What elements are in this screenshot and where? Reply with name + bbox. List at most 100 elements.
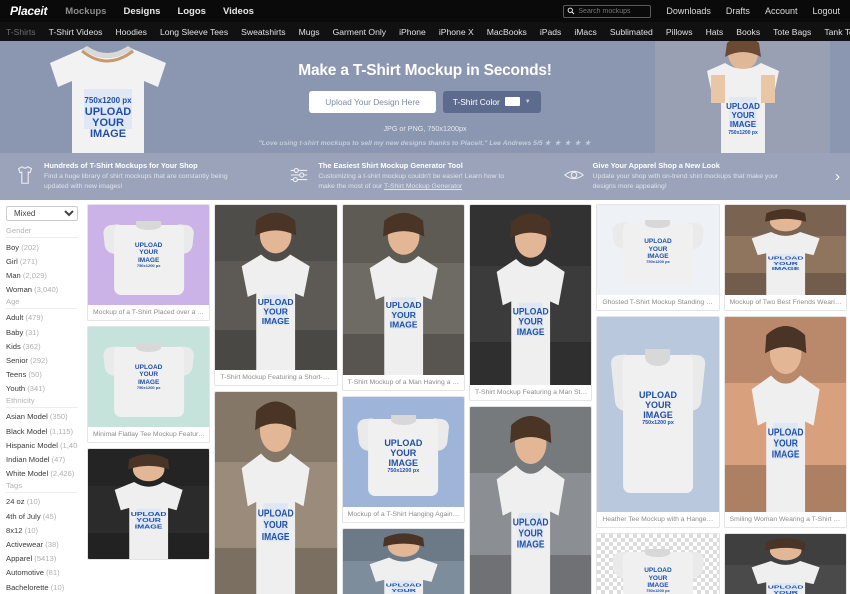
category-tab-long-sleeve-tees[interactable]: Long Sleeve Tees — [160, 27, 228, 37]
promo-card-mockups[interactable]: Hundreds of T-Shirt Mockups for Your Sho… — [8, 161, 282, 192]
mockup-thumbnail[interactable]: UPLOADYOURIMAGE — [724, 205, 846, 295]
filter-item[interactable]: Girl (271) — [6, 254, 78, 268]
nav-link-account[interactable]: Account — [765, 6, 798, 16]
filter-item[interactable]: White Model (2,426) — [6, 467, 78, 481]
category-tab-garment-only[interactable]: Garment Only — [333, 27, 387, 37]
filter-item[interactable]: 24 oz (10) — [6, 495, 78, 509]
filter-item[interactable]: Activewear (38) — [6, 537, 78, 551]
mockup-card[interactable]: UPLOADYOURIMAGE — [214, 391, 338, 594]
mockup-thumbnail[interactable]: UPLOADYOURIMAGE — [724, 317, 846, 512]
mockup-thumbnail[interactable]: UPLOADYOURIMAGE — [469, 205, 592, 385]
category-tab-pillows[interactable]: Pillows — [666, 27, 693, 37]
filter-item[interactable]: Asian Model (350) — [6, 410, 78, 424]
filter-item[interactable]: Indian Model (47) — [6, 452, 78, 466]
mockup-card[interactable]: UPLOAD YOUR IMAGE 750x1200 px Mockup of a T-… — [341, 396, 465, 523]
category-tab-iphone[interactable]: iPhone — [399, 27, 426, 37]
mockup-thumbnail[interactable]: UPLOAD YOUR IMAGE 750x1200 px — [88, 205, 210, 305]
mockup-card[interactable]: UPLOAD YOUR IMAGE 750x1200 px — [596, 533, 720, 594]
category-tab-ipads[interactable]: iPads — [540, 27, 562, 37]
nav-link-mockups[interactable]: Mockups — [65, 6, 106, 17]
mockup-thumbnail[interactable]: UPLOADYOURIMAGE — [342, 205, 464, 375]
nav-link-logos[interactable]: Logos — [177, 6, 206, 17]
mockup-card[interactable]: UPLOAD YOUR IMAGE 750x1200 px Ghosted T-Shir… — [596, 204, 720, 311]
category-tab-imacs[interactable]: iMacs — [574, 27, 596, 37]
search-input[interactable] — [575, 7, 648, 15]
mockup-thumbnail[interactable]: UPLOAD YOUR IMAGE 750x1200 px — [342, 397, 464, 507]
tshirt-mockup-graphic: UPLOAD YOUR IMAGE 750x1200 px — [611, 214, 705, 286]
tshirt-color-button[interactable]: T-Shirt Color ▼ — [442, 90, 541, 113]
nav-link-drafts[interactable]: Drafts — [726, 6, 750, 16]
filter-item[interactable]: Black Model (1,115) — [6, 424, 78, 438]
filter-item[interactable]: 4th of July (45) — [6, 509, 78, 523]
mockup-card[interactable]: UPLOADYOURIMAGE — [87, 448, 211, 560]
promo-card-apparel[interactable]: Give Your Apparel Shop a New Look Update… — [557, 161, 831, 192]
mockup-thumbnail[interactable]: UPLOADYOURIMAGE — [342, 529, 464, 594]
mockup-thumbnail[interactable]: UPLOAD YOUR IMAGE 750x1200 px — [88, 327, 210, 427]
brand-logo[interactable]: Placeit — [10, 4, 47, 18]
mockup-card[interactable]: UPLOAD YOUR IMAGE 750x1200 px Mockup of a T-… — [87, 204, 211, 321]
filter-item-count: (10) — [24, 525, 39, 535]
mockup-card[interactable]: UPLOADYOURIMAGE — [341, 528, 465, 594]
category-tab-macbooks[interactable]: MacBooks — [487, 27, 527, 37]
tshirt-mockup-graphic: UPLOAD YOUR IMAGE 750x1200 px — [356, 408, 450, 496]
mockup-thumbnail[interactable]: UPLOADYOURIMAGE — [215, 205, 337, 370]
mockup-thumbnail[interactable]: UPLOAD YOUR IMAGE 750x1200 px — [597, 534, 719, 594]
color-swatch[interactable] — [504, 97, 520, 106]
filter-item[interactable]: Teens (50) — [6, 368, 78, 382]
nav-link-designs[interactable]: Designs — [123, 6, 160, 17]
filter-item-label: Girl — [6, 256, 20, 266]
mockup-card[interactable]: UPLOADYOURIMAGE — [468, 406, 593, 594]
filter-item[interactable]: Apparel (5413) — [6, 552, 78, 566]
mockup-card[interactable]: UPLOAD YOUR IMAGE Mockup of Two Best Friend… — [723, 204, 847, 311]
category-tab-iphone-x[interactable]: iPhone X — [439, 27, 474, 37]
mockup-card[interactable]: UPLOAD YOUR IMAGE 750x1200 px Heather Tee Mo… — [596, 316, 720, 528]
filter-item[interactable]: Bachelorette (10) — [6, 580, 78, 594]
category-tab-t-shirt-videos[interactable]: T-Shirt Videos — [49, 27, 103, 37]
mockup-thumbnail[interactable]: UPLOADYOURIMAGE — [469, 407, 592, 594]
filter-item[interactable]: Hispanic Model (1,405) — [6, 438, 78, 452]
mockup-thumbnail[interactable]: UPLOADYOURIMAGE — [88, 449, 210, 559]
filter-item[interactable]: Boy (202) — [6, 240, 78, 254]
promo-inline-link[interactable]: T-Shirt Mockup Generator — [384, 183, 462, 190]
tshirt-mockup-graphic: UPLOAD YOUR IMAGE 750x1200 px — [610, 337, 706, 493]
mockup-thumbnail[interactable]: UPLOAD YOUR IMAGE 750x1200 px — [597, 205, 719, 295]
mockup-card[interactable]: UPLOADYOURIMAGE — [723, 533, 847, 594]
category-tab-sweatshirts[interactable]: Sweatshirts — [241, 27, 285, 37]
filter-item[interactable]: Senior (292) — [6, 353, 78, 367]
category-tab-sublimated[interactable]: Sublimated — [610, 27, 653, 37]
mockup-thumbnail[interactable]: UPLOAD YOUR IMAGE 750x1200 px — [597, 317, 719, 512]
mockup-thumbnail[interactable]: UPLOADYOURIMAGE — [724, 534, 846, 594]
category-tab-hoodies[interactable]: Hoodies — [115, 27, 147, 37]
chevron-right-icon[interactable]: › — [831, 169, 842, 184]
filter-item[interactable]: Woman (3,040) — [6, 283, 78, 297]
mockup-card[interactable]: UPLOAD YOUR IMAGE T-Shirt Mockup of a Man H… — [341, 204, 465, 391]
category-tab-t-shirts[interactable]: T-Shirts — [6, 27, 36, 37]
category-tab-books[interactable]: Books — [736, 27, 760, 37]
filter-item[interactable]: Man (2,029) — [6, 268, 78, 282]
nav-link-videos[interactable]: Videos — [223, 6, 254, 17]
filter-item[interactable]: Automotive (81) — [6, 566, 78, 580]
filter-item[interactable]: Youth (341) — [6, 382, 78, 396]
category-tab-tank-tops[interactable]: Tank Tops — [824, 27, 850, 37]
upload-design-button[interactable]: Upload Your Design Here — [309, 90, 436, 113]
svg-text:YOUR: YOUR — [731, 111, 754, 120]
mockup-thumbnail[interactable]: UPLOADYOURIMAGE — [215, 392, 337, 594]
filter-item[interactable]: Baby (31) — [6, 325, 78, 339]
nav-link-logout[interactable]: Logout — [812, 6, 840, 16]
mockup-card[interactable]: UPLOAD YOUR IMAGE T-Shirt Mockup Featuring … — [214, 204, 338, 386]
mockup-card[interactable]: UPLOAD YOUR IMAGE Smiling Woman Wearing a T… — [723, 316, 847, 528]
promo-card-generator[interactable]: The Easiest Shirt Mockup Generator Tool … — [282, 161, 556, 192]
search-box[interactable] — [563, 4, 652, 18]
category-tab-tote-bags[interactable]: Tote Bags — [773, 27, 811, 37]
svg-text:UPLOAD: UPLOAD — [513, 306, 549, 316]
mockup-card[interactable]: UPLOAD YOUR IMAGE 750x1200 px Minimal Flatla… — [87, 326, 211, 443]
nav-link-downloads[interactable]: Downloads — [666, 6, 711, 16]
mockup-card[interactable]: UPLOAD YOUR IMAGE T-Shirt Mockup Featuring … — [468, 204, 593, 401]
filter-item[interactable]: Adult (479) — [6, 311, 78, 325]
category-tab-mugs[interactable]: Mugs — [299, 27, 320, 37]
category-tab-hats[interactable]: Hats — [706, 27, 724, 37]
filter-item[interactable]: 8x12 (10) — [6, 523, 78, 537]
gender-select[interactable]: MixedMenWomen — [6, 206, 78, 221]
filter-item[interactable]: Kids (362) — [6, 339, 78, 353]
category-tab-bar[interactable]: T-Shirts T-Shirt Videos Hoodies Long Sleeve… — [0, 22, 850, 41]
